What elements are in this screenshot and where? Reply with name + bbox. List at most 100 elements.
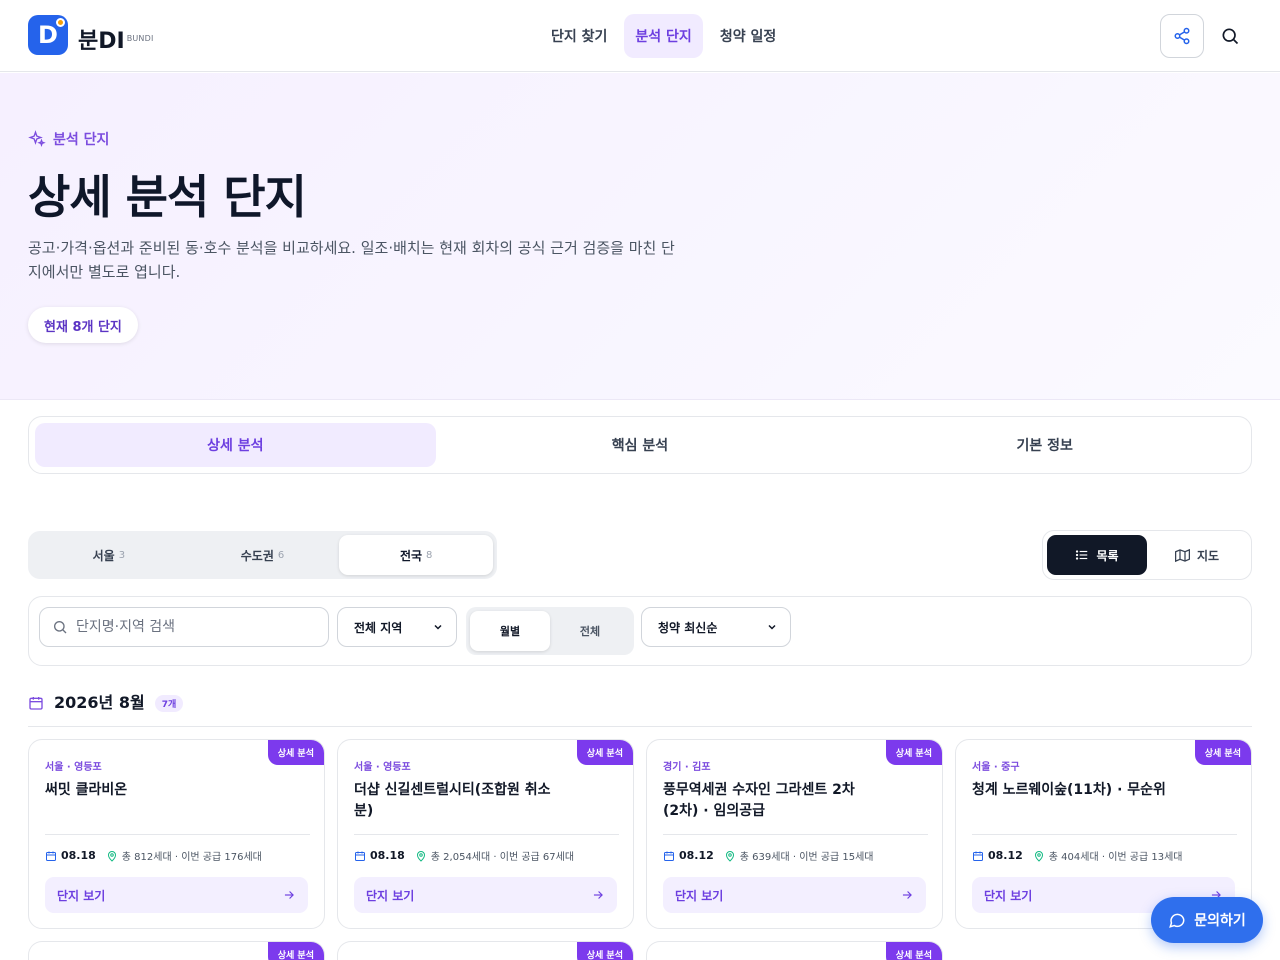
calendar-icon	[46, 851, 56, 861]
hero-eyebrow: 분석 단지	[28, 129, 109, 149]
region-tab-count: 6	[277, 549, 285, 561]
complex-card[interactable]: 상세 분석 서울 · 영등포 써밋 클라비온 08.18 총 812세대 · 이…	[28, 739, 325, 929]
card-name: 풍무역세권 수자인 그라센트 2차(2차) · 임의공급	[663, 782, 855, 819]
share-icon	[1174, 27, 1190, 45]
nav-analysis-complex[interactable]: 분석 단지	[624, 14, 703, 58]
card-region: 경기 · 김포	[663, 762, 711, 773]
calendar-icon	[664, 851, 674, 861]
search-field	[39, 607, 329, 647]
card-units: 총 404세대 · 이번 공급 13세대	[1048, 852, 1183, 863]
logo-mark: D	[28, 15, 68, 55]
calendar-icon	[355, 851, 365, 861]
card-region: 서울 · 영등포	[45, 762, 102, 773]
complex-card-partial[interactable]: 상세 분석	[337, 941, 634, 960]
complex-card[interactable]: 상세 분석 서울 · 영등포 더샵 신길센트럴시티(조합원 취소분) 08.18…	[337, 739, 634, 929]
complex-card-partial[interactable]: 상세 분석	[646, 941, 943, 960]
card-units: 총 812세대 · 이번 공급 176세대	[121, 852, 262, 863]
view-toggle: 목록 지도	[1042, 530, 1252, 580]
period-toggle: 월별 전체	[466, 607, 634, 655]
logo-mark-letter: D	[38, 21, 58, 49]
month-title: 2026년 8월	[54, 693, 145, 712]
chevron-down-icon	[434, 624, 442, 630]
card-meta: 08.12 총 639세대 · 이번 공급 15세대	[663, 848, 873, 863]
region-select[interactable]: 전체 지역	[337, 607, 457, 647]
detailed-analysis-badge: 상세 분석	[267, 740, 324, 765]
share-button[interactable]	[1160, 14, 1204, 58]
period-monthly-button[interactable]: 월별	[470, 611, 550, 651]
card-divider	[354, 834, 619, 835]
month-count-badge: 7개	[154, 695, 184, 712]
detailed-analysis-badge: 상세 분석	[576, 942, 633, 960]
complex-card[interactable]: 상세 분석 경기 · 김포 풍무역세권 수자인 그라센트 2차(2차) · 임의…	[646, 739, 943, 929]
card-date: 08.18	[370, 849, 405, 862]
nav-subscription-schedule[interactable]: 청약 일정	[709, 14, 787, 58]
card-region: 서울 · 중구	[972, 762, 1020, 773]
location-pin-icon	[416, 850, 425, 862]
card-name: 더샵 신길센트럴시티(조합원 취소분)	[354, 782, 551, 819]
sparkle-icon	[28, 130, 46, 147]
logo-text: 분DI	[78, 29, 125, 54]
region-tab-seoul[interactable]: 서울 3	[32, 535, 186, 575]
location-pin-icon	[1034, 850, 1043, 862]
card-name: 써밋 클라비온	[45, 782, 128, 798]
view-complex-button[interactable]: 단지 보기	[663, 877, 926, 913]
card-meta: 08.18 총 812세대 · 이번 공급 176세대	[45, 848, 262, 863]
search-icon	[1222, 28, 1239, 45]
detailed-analysis-badge: 상세 분석	[885, 740, 942, 765]
arrow-right-icon	[593, 891, 603, 899]
logo-dot	[56, 18, 65, 27]
card-divider	[45, 834, 310, 835]
map-view-label: 지도	[1196, 548, 1220, 563]
hero-section: 분석 단지 상세 분석 단지 공고·가격·옵션과 준비된 동·호수 분석을 비교…	[0, 73, 1280, 400]
region-tab-nationwide[interactable]: 전국 8	[339, 535, 494, 575]
main-nav: 단지 찾기 분석 단지 청약 일정	[540, 14, 787, 58]
nav-find-complex[interactable]: 단지 찾기	[540, 14, 618, 58]
detailed-analysis-badge: 상세 분석	[267, 942, 324, 960]
sort-select[interactable]: 청약 최신순	[641, 607, 791, 647]
region-tab-label: 전국	[399, 548, 423, 563]
complex-count-pill: 현재 8개 단지	[28, 307, 138, 343]
view-complex-label: 단지 보기	[984, 888, 1033, 903]
search-button[interactable]	[1212, 18, 1248, 54]
region-tab-count: 8	[426, 549, 433, 561]
analysis-tabs: 상세 분석 핵심 분석 기본 정보	[28, 416, 1252, 474]
calendar-icon	[29, 697, 43, 710]
hero-eyebrow-label: 분석 단지	[53, 132, 110, 148]
month-heading: 2026년 8월 7개	[28, 690, 1252, 727]
map-view-button[interactable]: 지도	[1147, 535, 1247, 575]
card-meta: 08.18 총 2,054세대 · 이번 공급 67세대	[354, 848, 574, 863]
search-icon	[54, 621, 67, 634]
logo-subtext: BUNDI	[126, 34, 154, 43]
contact-button[interactable]: 문의하기	[1151, 897, 1263, 943]
card-name: 청계 노르웨이숲(11차) · 무순위	[972, 782, 1166, 798]
hero-description: 공고·가격·옵션과 준비된 동·호수 분석을 비교하세요. 일조·배치는 현재 …	[28, 239, 675, 281]
logo[interactable]: D 분DI BUNDI	[28, 15, 154, 55]
view-complex-label: 단지 보기	[675, 888, 724, 903]
sort-select-value: 청약 최신순	[658, 620, 718, 635]
tab-basic-info[interactable]: 기본 정보	[844, 423, 1245, 467]
card-date: 08.18	[61, 849, 96, 862]
tab-detailed-analysis[interactable]: 상세 분석	[35, 423, 436, 467]
view-complex-button[interactable]: 단지 보기	[354, 877, 617, 913]
list-view-button[interactable]: 목록	[1047, 535, 1147, 575]
card-divider	[663, 834, 928, 835]
period-all-button[interactable]: 전체	[550, 611, 630, 651]
location-pin-icon	[725, 850, 734, 862]
arrow-right-icon	[284, 891, 294, 899]
region-tab-count: 3	[118, 549, 126, 561]
page-title: 상세 분석 단지	[28, 170, 307, 224]
search-input[interactable]	[76, 619, 306, 635]
complex-card-partial[interactable]: 상세 분석	[28, 941, 325, 960]
card-meta: 08.12 총 404세대 · 이번 공급 13세대	[972, 848, 1182, 863]
card-date: 08.12	[679, 849, 714, 862]
chevron-down-icon	[768, 624, 776, 630]
view-complex-label: 단지 보기	[366, 888, 415, 903]
region-tabs: 서울 3 수도권 6 전국 8	[28, 531, 497, 579]
view-complex-button[interactable]: 단지 보기	[45, 877, 308, 913]
tab-core-analysis[interactable]: 핵심 분석	[440, 423, 841, 467]
detailed-analysis-badge: 상세 분석	[1194, 740, 1251, 765]
region-tab-label: 수도권	[240, 548, 274, 563]
contact-label: 문의하기	[1194, 913, 1246, 929]
filter-bar: 전체 지역 월별 전체 청약 최신순	[28, 596, 1252, 666]
region-tab-capital[interactable]: 수도권 6	[186, 535, 340, 575]
